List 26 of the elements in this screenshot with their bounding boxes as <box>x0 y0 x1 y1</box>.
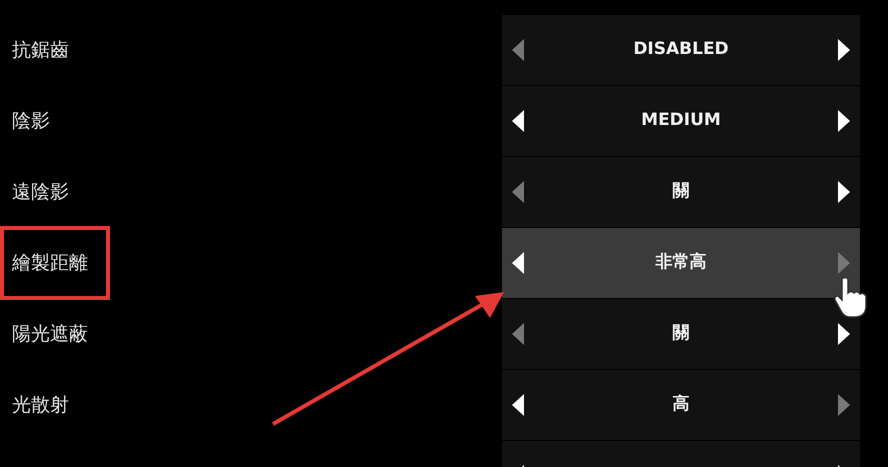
setting-label: 陽光遮蔽 <box>12 322 88 345</box>
option-value: 高 <box>672 393 690 416</box>
option-value: MEDIUM <box>641 109 721 132</box>
option-selector[interactable]: DISABLED <box>502 15 860 85</box>
setting-label: 陰影 <box>12 110 50 132</box>
option-value: 關 <box>672 180 690 204</box>
setting-label: 遠陰影 <box>12 180 69 203</box>
option-value: DISABLED <box>633 38 729 62</box>
setting-label: 繪製距離 <box>12 252 88 274</box>
setting-label: 光散射 <box>12 394 69 416</box>
left-arrow-icon[interactable] <box>512 394 524 416</box>
right-arrow-icon[interactable] <box>838 181 850 203</box>
option-value: 關 <box>672 322 690 346</box>
right-arrow-icon[interactable] <box>838 39 850 61</box>
right-arrow-icon[interactable] <box>838 110 850 132</box>
right-arrow-icon[interactable] <box>838 323 850 345</box>
option-selector[interactable]: 高 <box>502 370 860 440</box>
option-selector[interactable]: 非常高 <box>502 228 860 298</box>
left-arrow-icon[interactable] <box>512 252 524 274</box>
setting-label: 抗鋸齒 <box>12 38 69 61</box>
option-selector[interactable]: 關 <box>502 157 860 227</box>
option-selector[interactable]: 關 <box>502 299 860 369</box>
option-selector[interactable]: MEDIUM <box>502 86 860 156</box>
option-value: 非常高 <box>656 251 706 274</box>
hand-cursor-icon <box>834 276 870 318</box>
left-arrow-icon[interactable] <box>512 110 524 132</box>
